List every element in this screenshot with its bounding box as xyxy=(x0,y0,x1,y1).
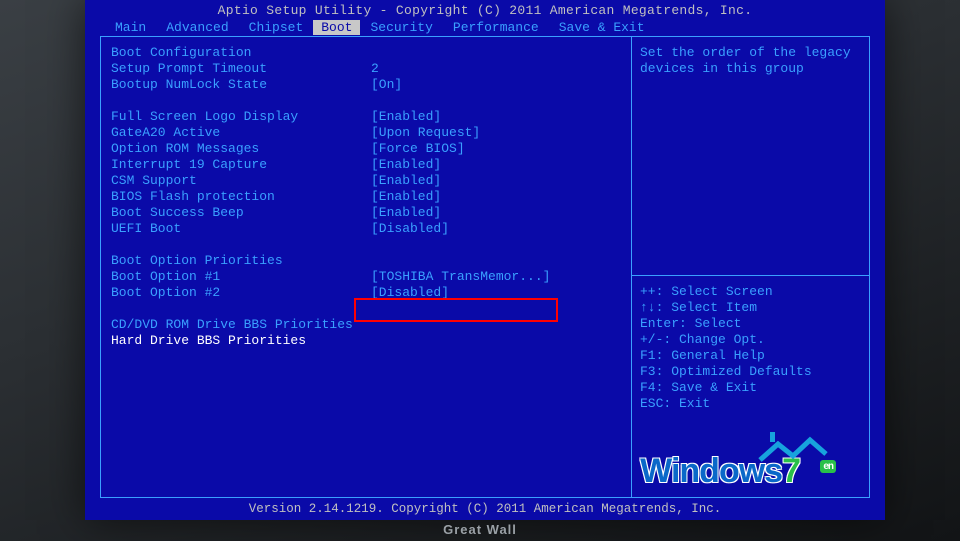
submenu-cdrom-bbs-priorities[interactable]: CD/DVD ROM Drive BBS Priorities xyxy=(111,317,621,333)
section-boot-configuration: Boot Configuration xyxy=(111,45,621,61)
menu-save-exit[interactable]: Save & Exit xyxy=(549,20,655,35)
setting-label: Interrupt 19 Capture xyxy=(111,157,371,173)
bios-title: Aptio Setup Utility - Copyright (C) 2011… xyxy=(85,0,885,20)
setting-label: GateA20 Active xyxy=(111,125,371,141)
submenu-label: CD/DVD ROM Drive BBS Priorities xyxy=(111,317,353,333)
setting-value: [Disabled] xyxy=(371,285,621,301)
setting-csm-support[interactable]: CSM Support [Enabled] xyxy=(111,173,621,189)
setting-label: Full Screen Logo Display xyxy=(111,109,371,125)
setting-uefi-boot[interactable]: UEFI Boot [Disabled] xyxy=(111,221,621,237)
content-frame: Boot Configuration Setup Prompt Timeout … xyxy=(100,36,870,498)
menu-main[interactable]: Main xyxy=(105,20,156,35)
setting-boot-success-beep[interactable]: Boot Success Beep [Enabled] xyxy=(111,205,621,221)
setting-value: [Enabled] xyxy=(371,109,621,125)
setting-value: [Enabled] xyxy=(371,205,621,221)
setting-bios-flash-protection[interactable]: BIOS Flash protection [Enabled] xyxy=(111,189,621,205)
setting-value: [Enabled] xyxy=(371,157,621,173)
key-legend-line: Enter: Select xyxy=(640,316,861,332)
menu-boot[interactable]: Boot xyxy=(313,20,360,35)
key-legend-line: ESC: Exit xyxy=(640,396,861,412)
setting-value: [Upon Request] xyxy=(371,125,621,141)
setting-label: Boot Option #1 xyxy=(111,269,371,285)
key-legend-line: F1: General Help xyxy=(640,348,861,364)
key-legend-line: F4: Save & Exit xyxy=(640,380,861,396)
key-legend-line: ++: Select Screen xyxy=(640,284,861,300)
setting-label: CSM Support xyxy=(111,173,371,189)
key-legend-line: F3: Optimized Defaults xyxy=(640,364,861,380)
photo-background: Aptio Setup Utility - Copyright (C) 2011… xyxy=(0,0,960,541)
laptop-brand-label: Great Wall xyxy=(443,522,517,537)
setting-value: [Disabled] xyxy=(371,221,621,237)
help-panel: Set the order of the legacy devices in t… xyxy=(632,37,869,275)
bios-screen: Aptio Setup Utility - Copyright (C) 2011… xyxy=(85,0,885,520)
setting-label: Boot Option #2 xyxy=(111,285,371,301)
menu-security[interactable]: Security xyxy=(360,20,442,35)
setting-interrupt-19-capture[interactable]: Interrupt 19 Capture [Enabled] xyxy=(111,157,621,173)
key-legend-line: ↑↓: Select Item xyxy=(640,300,861,316)
key-legend-line: +/-: Change Opt. xyxy=(640,332,861,348)
setting-value: [Enabled] xyxy=(371,189,621,205)
setting-value: [Enabled] xyxy=(371,173,621,189)
submenu-label: Hard Drive BBS Priorities xyxy=(111,333,306,349)
setting-label: Bootup NumLock State xyxy=(111,77,371,93)
setting-label: UEFI Boot xyxy=(111,221,371,237)
setting-label: Boot Success Beep xyxy=(111,205,371,221)
setting-gatea20-active[interactable]: GateA20 Active [Upon Request] xyxy=(111,125,621,141)
submenu-harddrive-bbs-priorities[interactable]: Hard Drive BBS Priorities xyxy=(111,333,621,349)
menu-chipset[interactable]: Chipset xyxy=(239,20,314,35)
setting-option-rom-messages[interactable]: Option ROM Messages [Force BIOS] xyxy=(111,141,621,157)
setting-label: BIOS Flash protection xyxy=(111,189,371,205)
menu-performance[interactable]: Performance xyxy=(443,20,549,35)
bios-footer: Version 2.14.1219. Copyright (C) 2011 Am… xyxy=(85,502,885,516)
setting-value: [Force BIOS] xyxy=(371,141,621,157)
setting-label: Option ROM Messages xyxy=(111,141,371,157)
setting-value: [On] xyxy=(371,77,621,93)
setting-boot-option-1[interactable]: Boot Option #1 [TOSHIBA TransMemor...] xyxy=(111,269,621,285)
setting-label: Setup Prompt Timeout xyxy=(111,61,371,77)
setting-setup-prompt-timeout[interactable]: Setup Prompt Timeout 2 xyxy=(111,61,621,77)
setting-bootup-numlock-state[interactable]: Bootup NumLock State [On] xyxy=(111,77,621,93)
left-panel: Boot Configuration Setup Prompt Timeout … xyxy=(101,37,631,497)
help-text-line: devices in this group xyxy=(640,61,861,77)
setting-value: 2 xyxy=(371,61,621,77)
setting-full-screen-logo[interactable]: Full Screen Logo Display [Enabled] xyxy=(111,109,621,125)
section-boot-option-priorities: Boot Option Priorities xyxy=(111,253,621,269)
setting-boot-option-2[interactable]: Boot Option #2 [Disabled] xyxy=(111,285,621,301)
help-text-line: Set the order of the legacy xyxy=(640,45,861,61)
menu-advanced[interactable]: Advanced xyxy=(156,20,238,35)
key-legend-panel: ++: Select Screen ↑↓: Select Item Enter:… xyxy=(632,276,869,497)
setting-value: [TOSHIBA TransMemor...] xyxy=(371,269,621,285)
